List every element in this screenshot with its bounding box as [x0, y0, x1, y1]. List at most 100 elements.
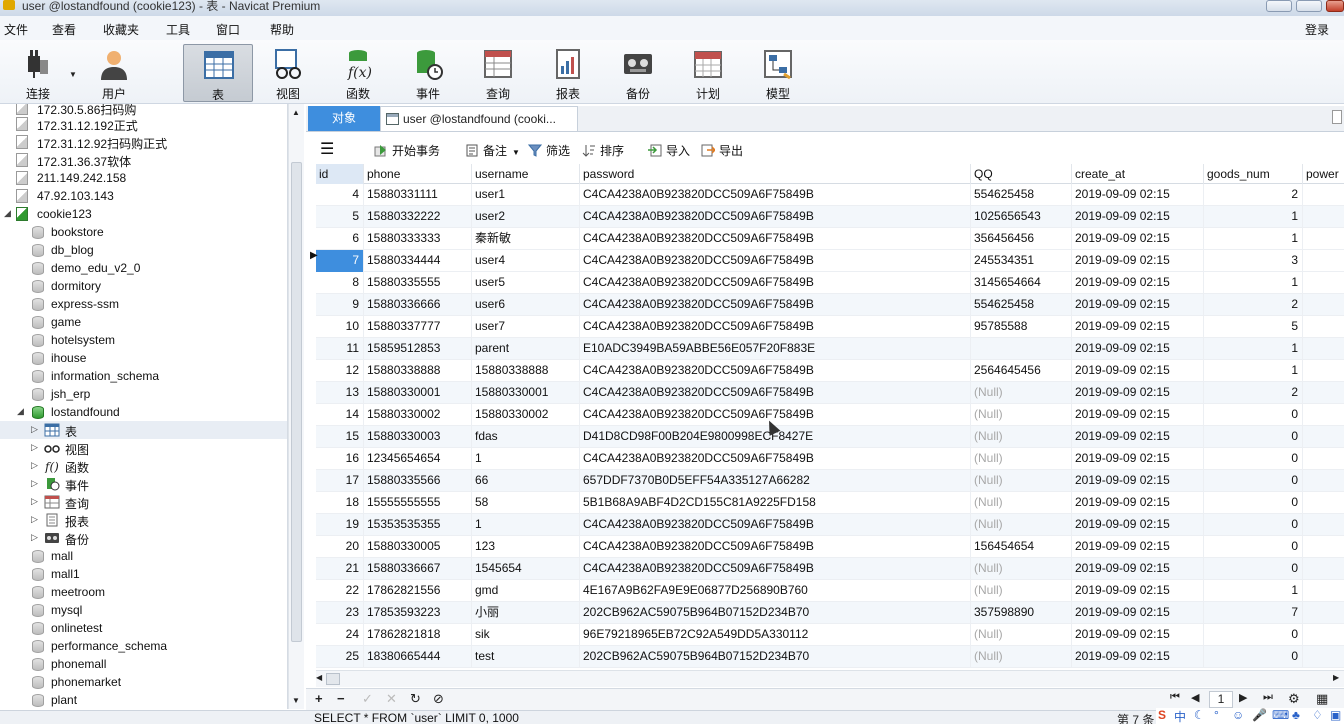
cell-create-at[interactable]: 2019-09-09 02:15	[1072, 316, 1204, 338]
cell-create-at[interactable]: 2019-09-09 02:15	[1072, 360, 1204, 382]
column-header-power[interactable]: power	[1303, 164, 1344, 184]
tree-database[interactable]: mall1	[0, 565, 287, 583]
tree-database[interactable]: mysql	[0, 601, 287, 619]
tree-host[interactable]: 47.92.103.143	[0, 187, 287, 205]
model-button[interactable]: 模型	[745, 44, 811, 102]
cell-id[interactable]: 7	[316, 250, 364, 272]
cell-goods-num[interactable]: 1	[1204, 228, 1303, 250]
cell-qq[interactable]: (Null)	[971, 558, 1072, 580]
cell-id[interactable]: 18	[316, 492, 364, 514]
expand-arrow-icon[interactable]: ▷	[31, 442, 38, 453]
cell-goods-num[interactable]: 1	[1204, 360, 1303, 382]
cell-goods-num[interactable]: 0	[1204, 646, 1303, 668]
cell-phone[interactable]: 15880330005	[364, 536, 472, 558]
cell-goods-num[interactable]: 0	[1204, 470, 1303, 492]
cell-power[interactable]	[1303, 316, 1344, 338]
cell-id[interactable]: 25	[316, 646, 364, 668]
cell-qq[interactable]: 2564645456	[971, 360, 1072, 382]
grid-view-icon[interactable]: ▦	[1316, 691, 1328, 707]
cell-goods-num[interactable]: 0	[1204, 514, 1303, 536]
cell-password[interactable]: C4CA4238A0B923820DCC509A6F75849B	[580, 558, 971, 580]
cell-power[interactable]	[1303, 448, 1344, 470]
cell-goods-num[interactable]: 0	[1204, 448, 1303, 470]
cell-id[interactable]: 22	[316, 580, 364, 602]
tree-host[interactable]: 172.31.12.192正式	[0, 115, 287, 133]
table-row[interactable]: 6 15880333333 秦新敏 C4CA4238A0B923820DCC509A6…	[316, 228, 1344, 250]
cell-username[interactable]: 1545654	[472, 558, 580, 580]
cell-power[interactable]	[1303, 228, 1344, 250]
cell-password[interactable]: C4CA4238A0B923820DCC509A6F75849B	[580, 514, 971, 536]
column-header-create-at[interactable]: create_at	[1072, 164, 1204, 184]
cell-goods-num[interactable]: 0	[1204, 536, 1303, 558]
cell-phone[interactable]: 15880330002	[364, 404, 472, 426]
scroll-down-icon[interactable]: ▼	[292, 696, 300, 705]
ime-mode-label[interactable]: 中	[1174, 708, 1186, 724]
expand-arrow-icon[interactable]: ▷	[31, 460, 38, 471]
cell-phone[interactable]: 15880336666	[364, 294, 472, 316]
tree-database[interactable]: hotelsystem	[0, 331, 287, 349]
tree-database[interactable]: phonemarket	[0, 673, 287, 691]
menu-view[interactable]: 查看	[52, 21, 76, 38]
next-page-icon[interactable]: ▶	[1239, 691, 1247, 704]
cell-goods-num[interactable]: 1	[1204, 206, 1303, 228]
menu-file[interactable]: 文件	[4, 21, 28, 38]
tree-database[interactable]: dormitory	[0, 277, 287, 295]
cell-username[interactable]: 15880330001	[472, 382, 580, 404]
tree-database[interactable]: information_schema	[0, 367, 287, 385]
tree-database[interactable]: onlinetest	[0, 619, 287, 637]
microphone-icon[interactable]: 🎤	[1252, 708, 1267, 722]
cell-id[interactable]: 20	[316, 536, 364, 558]
cell-username[interactable]: 小丽	[472, 602, 580, 624]
cell-username[interactable]: parent	[472, 338, 580, 360]
tree-host[interactable]: 211.149.242.158	[0, 169, 287, 187]
cell-goods-num[interactable]: 1	[1204, 272, 1303, 294]
menu-icon[interactable]: ☰	[320, 139, 334, 159]
cell-username[interactable]: 123	[472, 536, 580, 558]
export-button[interactable]: 导出	[701, 142, 743, 159]
table-button[interactable]: 表	[183, 44, 253, 102]
cell-create-at[interactable]: 2019-09-09 02:15	[1072, 382, 1204, 404]
table-row[interactable]: 21 15880336667 1545654 C4CA4238A0B923820DCC…	[316, 558, 1344, 580]
cell-power[interactable]	[1303, 426, 1344, 448]
cell-phone[interactable]: 15880331111	[364, 184, 472, 206]
cell-power[interactable]	[1303, 206, 1344, 228]
cell-power[interactable]	[1303, 404, 1344, 426]
previous-page-icon[interactable]: ◀	[1191, 691, 1199, 704]
cell-qq[interactable]: (Null)	[971, 448, 1072, 470]
table-row[interactable]: 22 17862821556 gmd 4E167A9B62FA9E9E06877D25…	[316, 580, 1344, 602]
cell-create-at[interactable]: 2019-09-09 02:15	[1072, 624, 1204, 646]
toolbox-icon[interactable]: ▣	[1330, 708, 1341, 722]
scroll-up-icon[interactable]: ▲	[292, 108, 300, 117]
tree-database[interactable]: game	[0, 313, 287, 331]
keyboard-icon[interactable]: ⌨	[1272, 708, 1289, 722]
cell-phone[interactable]: 15880330003	[364, 426, 472, 448]
tree-item-reports[interactable]: ▷ 报表	[0, 511, 287, 529]
tree-connection[interactable]: ◢ cookie123	[0, 205, 287, 223]
cell-qq[interactable]: 554625458	[971, 294, 1072, 316]
cell-create-at[interactable]: 2019-09-09 02:15	[1072, 492, 1204, 514]
cell-username[interactable]: 秦新敏	[472, 228, 580, 250]
tab-user-table[interactable]: user @lostandfound (cooki...	[380, 106, 578, 131]
cell-goods-num[interactable]: 1	[1204, 580, 1303, 602]
apply-changes-icon[interactable]: ✓	[362, 691, 373, 707]
cell-create-at[interactable]: 2019-09-09 02:15	[1072, 646, 1204, 668]
cell-qq[interactable]: (Null)	[971, 382, 1072, 404]
cell-power[interactable]	[1303, 272, 1344, 294]
cell-qq[interactable]: (Null)	[971, 404, 1072, 426]
cell-phone[interactable]: 15353535355	[364, 514, 472, 536]
tree-host[interactable]: 172.31.36.37软体	[0, 151, 287, 169]
cell-goods-num[interactable]: 0	[1204, 558, 1303, 580]
menu-favorites[interactable]: 收藏夹	[103, 21, 139, 38]
column-header-id[interactable]: id	[316, 164, 364, 184]
table-row[interactable]: 13 15880330001 15880330001 C4CA4238A0B92382…	[316, 382, 1344, 404]
cell-password[interactable]: C4CA4238A0B923820DCC509A6F75849B	[580, 360, 971, 382]
cell-goods-num[interactable]: 2	[1204, 184, 1303, 206]
expand-arrow-icon[interactable]: ▷	[31, 496, 38, 507]
cell-qq[interactable]: (Null)	[971, 514, 1072, 536]
cell-create-at[interactable]: 2019-09-09 02:15	[1072, 426, 1204, 448]
cell-create-at[interactable]: 2019-09-09 02:15	[1072, 470, 1204, 492]
cell-password[interactable]: 657DDF7370B0D5EFF54A335127A66282	[580, 470, 971, 492]
cell-create-at[interactable]: 2019-09-09 02:15	[1072, 338, 1204, 360]
cell-username[interactable]: 1	[472, 448, 580, 470]
cell-create-at[interactable]: 2019-09-09 02:15	[1072, 536, 1204, 558]
